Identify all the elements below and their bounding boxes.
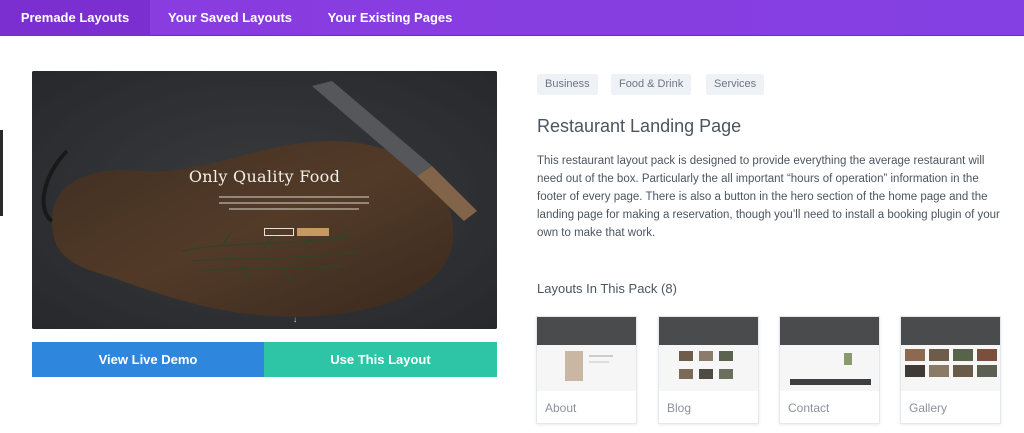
card-label: Blog: [667, 401, 692, 415]
preview-hero-title: Only Quality Food: [188, 167, 341, 186]
layout-title: Restaurant Landing Page: [537, 116, 742, 136]
view-live-demo-button[interactable]: View Live Demo: [32, 342, 264, 377]
card-thumbnail-body: [659, 345, 758, 391]
card-thumbnail-header: [780, 317, 879, 345]
layout-card-about[interactable]: About: [536, 316, 637, 424]
tag-business[interactable]: Business: [537, 74, 598, 95]
tag-services[interactable]: Services: [706, 74, 765, 95]
card-label: Gallery: [909, 401, 948, 415]
scroll-down-icon: ↓: [293, 315, 297, 324]
card-thumbnail-body: [537, 345, 636, 391]
layout-card-contact[interactable]: Contact: [779, 316, 880, 424]
layout-card-blog[interactable]: Blog: [658, 316, 759, 424]
card-label: About: [545, 401, 577, 415]
preview-view-menu-button: [264, 228, 294, 236]
pack-heading: Layouts In This Pack (8): [537, 281, 677, 296]
card-thumbnail-header: [659, 317, 758, 345]
tab-premade-layouts[interactable]: Premade Layouts: [0, 0, 150, 36]
layout-preview-image[interactable]: Only Quality Food ↓: [32, 71, 497, 329]
tab-saved-layouts[interactable]: Your Saved Layouts: [150, 0, 310, 36]
card-thumbnail-header: [901, 317, 1000, 345]
tab-existing-pages[interactable]: Your Existing Pages: [310, 0, 470, 36]
preview-hero-text-lines: [219, 196, 369, 214]
card-thumbnail-body: [780, 345, 879, 391]
use-this-layout-button[interactable]: Use This Layout: [264, 342, 497, 377]
card-label: Contact: [788, 401, 830, 415]
tag-food-drink[interactable]: Food & Drink: [611, 74, 692, 95]
layout-card-gallery[interactable]: Gallery: [900, 316, 1001, 424]
card-thumbnail-body: [901, 345, 1000, 391]
card-thumbnail-header: [537, 317, 636, 345]
left-edge-bar: [0, 130, 3, 216]
tab-bar: Premade Layouts Your Saved Layouts Your …: [0, 0, 1024, 36]
preview-reservation-button: [297, 228, 329, 236]
layout-description: This restaurant layout pack is designed …: [537, 155, 1000, 239]
